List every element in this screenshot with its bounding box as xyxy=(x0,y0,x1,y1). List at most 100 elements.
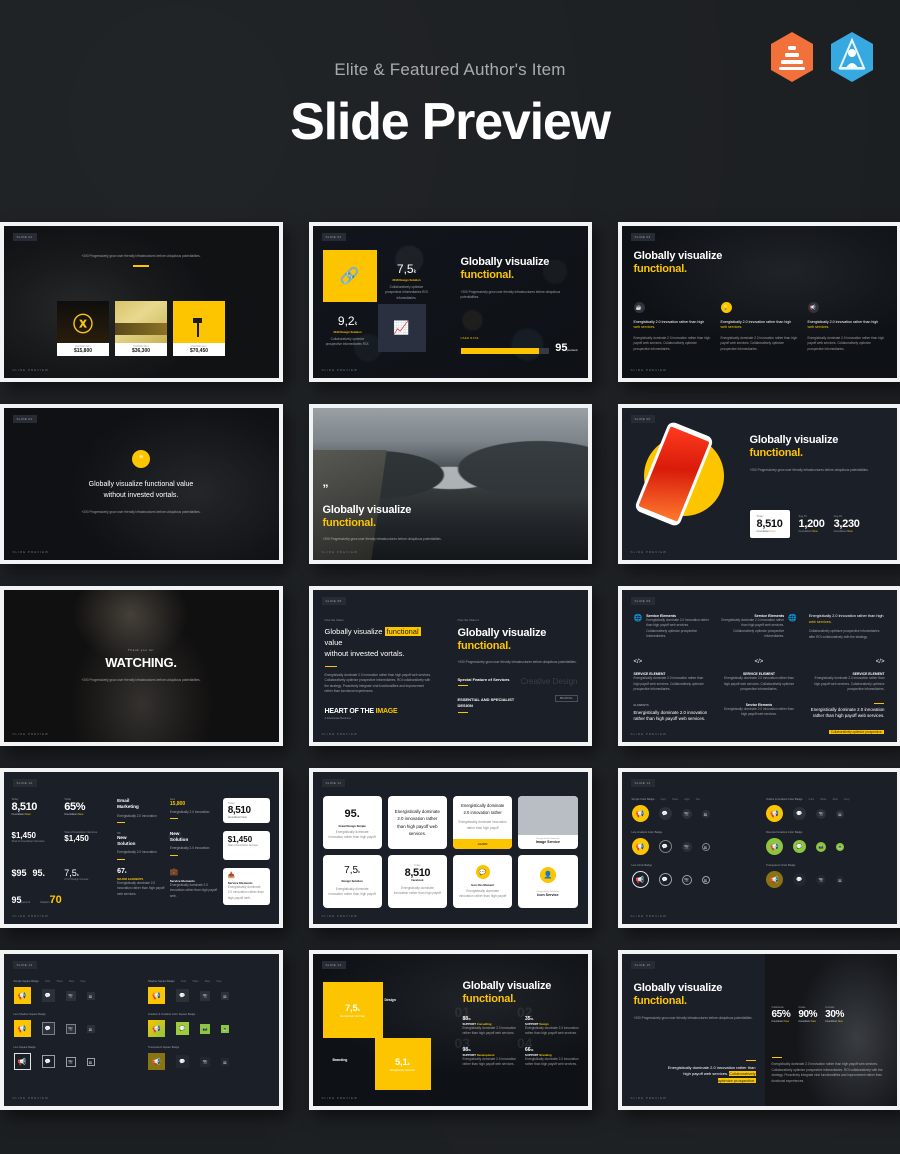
slide-thumbnail-08[interactable]: SLIDE 08 Over the Vision Globally visual… xyxy=(308,586,592,746)
monitor-icon[interactable]: 💻 xyxy=(221,1024,229,1033)
slide-thumbnail-01[interactable]: SLIDE 01 +200 Progressively grow user fr… xyxy=(0,222,283,382)
megaphone-icon[interactable]: 📢 xyxy=(766,805,783,822)
featured-author-badge[interactable] xyxy=(828,30,876,84)
chat-icon[interactable]: 💬 xyxy=(41,1055,55,1068)
camera-icon[interactable]: 📷 xyxy=(681,841,692,852)
icon-card[interactable]: 💬 Icon this Moment Energistically domina… xyxy=(453,855,513,908)
camera-icon[interactable]: 📷 xyxy=(681,808,692,819)
chat-icon[interactable]: 💬 xyxy=(658,873,672,886)
portfolio-card[interactable]: ⓧ Portfolio Item $15,800 xyxy=(57,301,109,356)
megaphone-icon[interactable]: 📢 xyxy=(148,1053,165,1070)
data-cell: 7,5k UI UX Design Courses xyxy=(64,867,89,881)
author-badges xyxy=(768,30,876,84)
chat-icon[interactable]: 💬 xyxy=(41,1022,55,1035)
slide-thumbnail-06[interactable]: SLIDE 06 Globally visualize functional. +… xyxy=(617,404,900,564)
stat-card: Today 8,510 Countdown New xyxy=(749,510,790,538)
monitor-icon[interactable]: 💻 xyxy=(836,875,844,884)
chat-icon[interactable]: 💬 xyxy=(176,1055,189,1068)
slide-heading: Globally visualize functional. +200 Progr… xyxy=(633,982,753,1020)
megaphone-icon[interactable]: 📢 xyxy=(631,805,649,822)
slide-thumbnail-15[interactable]: SLIDE 15 Globally visualize functional. +… xyxy=(617,950,900,1110)
slide-heading: Globally visualize functional. +200 Progr… xyxy=(749,434,869,472)
slide-15-percent-stats: SLIDE 15 Globally visualize functional. +… xyxy=(621,954,897,1106)
camera-icon[interactable]: 📷 xyxy=(681,874,692,885)
slide-pager: SLIDE PREVIEW xyxy=(321,1096,358,1100)
monitor-icon[interactable]: 💻 xyxy=(86,1024,95,1033)
stat-card[interactable]: 95. Great Design Simple Energistically d… xyxy=(322,796,382,849)
chat-icon[interactable]: 💬 xyxy=(793,873,806,886)
monitor-icon[interactable]: 💻 xyxy=(836,842,844,851)
tile-label-branding: Branding xyxy=(332,1058,348,1062)
slide-thumbnail-04[interactable]: SLIDE 04 ” Globally visualize functional… xyxy=(0,404,283,564)
learn-button[interactable]: LEARN xyxy=(453,839,513,849)
slide-thumbnail-13[interactable]: SLIDE 13 Simple Square Badge Color Share… xyxy=(0,950,283,1110)
portfolio-card[interactable]: Portfolio Item $36,300 xyxy=(115,301,167,356)
slide-thumbnail-11[interactable]: SLIDE 11 95. Great Design Simple Energis… xyxy=(308,768,592,928)
data-cell: $1,450 Total of Countdown Services xyxy=(11,831,45,844)
slide-thumbnail-05[interactable]: ” Globally visualize functional. +200 Pro… xyxy=(308,404,592,564)
chat-icon[interactable]: 💬 xyxy=(176,989,189,1002)
elite-author-badge[interactable] xyxy=(768,30,816,84)
slide-thumbnail-10[interactable]: SLIDE 10 Today 8,510 Countdown New Today… xyxy=(0,768,283,928)
text-card[interactable]: Energistically dominate 2.0 innovation r… xyxy=(387,796,447,849)
cta-card[interactable]: Energistically dominate 2.0 innovation r… xyxy=(453,796,513,849)
stat-card[interactable]: Today 8,510 Facebook Energistically domi… xyxy=(387,855,447,908)
slide-thumbnail-07[interactable]: Thank you for WATCHING. +200 Progressive… xyxy=(0,586,283,746)
monitor-icon[interactable]: 💻 xyxy=(86,1057,95,1066)
slide-thumbnail-09[interactable]: SLIDE 09 🌐 Service Elements Energisticall… xyxy=(617,586,900,746)
user-icon: 👤 xyxy=(539,867,556,883)
slide-04-quote-center: SLIDE 04 ” Globally visualize functional… xyxy=(3,408,279,560)
service-item: Service Elements Energistically dominate … xyxy=(721,614,797,639)
chat-icon[interactable]: 💬 xyxy=(658,807,672,820)
monitor-icon[interactable]: 💻 xyxy=(701,809,710,818)
megaphone-icon[interactable]: 📢 xyxy=(766,838,783,855)
slide-thumbnail-12[interactable]: SLIDE 12 Simple Color Badge Copy Paste A… xyxy=(617,768,900,928)
camera-icon[interactable]: 📷 xyxy=(65,1023,76,1034)
service-item: Service Elements Energistically dominate… xyxy=(724,702,794,716)
service-item: </> SERVICE ELEMENT Energistically domin… xyxy=(723,659,795,692)
camera-icon[interactable]: 📷 xyxy=(816,874,826,885)
megaphone-icon[interactable]: 📢 xyxy=(148,1020,165,1037)
icon-card[interactable]: 👤 Energistically Dominate Icon Service xyxy=(518,855,578,908)
slide-pager: SLIDE PREVIEW xyxy=(630,914,667,918)
camera-icon[interactable]: 📷 xyxy=(816,808,826,819)
image-card[interactable]: Energistically Dominate Image Service xyxy=(518,796,578,849)
data-cell-white: 📥 Service Elements Energistically domina… xyxy=(222,867,271,906)
camera-icon[interactable]: 📷 xyxy=(200,1023,210,1034)
monitor-icon[interactable]: 💻 xyxy=(221,1057,229,1066)
camera-icon[interactable]: 📷 xyxy=(65,1056,76,1067)
stat-card[interactable]: 7,5k Design Solution Energistically domi… xyxy=(322,855,382,908)
monitor-icon[interactable]: 💻 xyxy=(86,991,95,1000)
megaphone-icon[interactable]: 📢 xyxy=(13,1053,31,1070)
chat-icon[interactable]: 💬 xyxy=(658,840,672,853)
chat-icon[interactable]: 💬 xyxy=(793,807,806,820)
support-item: 04 66% SUPPORT Branding Energistically d… xyxy=(517,1034,579,1067)
camera-icon[interactable]: 📷 xyxy=(200,1056,210,1067)
slide-thumbnail-03[interactable]: SLIDE 03 Globally visualize functional. ☕… xyxy=(617,222,900,382)
slide-thumbnail-02[interactable]: SLIDE 02 🔗 📈 7,5k 2018 Design Solution C… xyxy=(308,222,592,382)
monitor-icon[interactable]: 💻 xyxy=(701,842,710,851)
chat-icon[interactable]: 💬 xyxy=(793,840,806,853)
portfolio-card[interactable]: Portfolio Item $70,450 xyxy=(173,301,225,356)
megaphone-icon[interactable]: 📢 xyxy=(13,1020,31,1037)
monitor-icon[interactable]: 💻 xyxy=(701,875,710,884)
heart-of-image-title: HEART OF THE IMAGE xyxy=(324,708,398,716)
chat-icon[interactable]: 💬 xyxy=(176,1022,189,1035)
feature-column: ☕ Energistically 2.0 innovation rather t… xyxy=(633,302,711,352)
monitor-icon[interactable]: 💻 xyxy=(221,991,229,1000)
chat-icon[interactable]: 💬 xyxy=(41,989,55,1002)
slide-pager: SLIDE PREVIEW xyxy=(630,732,667,736)
megaphone-icon[interactable]: 📢 xyxy=(631,871,649,888)
megaphone-icon[interactable]: 📢 xyxy=(13,987,31,1004)
monitor-icon[interactable]: 💻 xyxy=(836,809,844,818)
stat-list: Today 8,510 Countdown New Aug 15 1,200 C… xyxy=(749,510,887,538)
megaphone-icon[interactable]: 📢 xyxy=(766,871,783,888)
stat-card: Aug 18 3,230 Countdown New xyxy=(833,515,860,533)
camera-icon[interactable]: 📷 xyxy=(65,990,76,1001)
camera-icon[interactable]: 📷 xyxy=(816,841,826,852)
camera-icon[interactable]: 📷 xyxy=(200,990,210,1001)
tile-dark: 📈 xyxy=(377,304,426,352)
megaphone-icon[interactable]: 📢 xyxy=(148,987,165,1004)
slide-thumbnail-14[interactable]: SLIDE 14 7,5k Energistically dominate De… xyxy=(308,950,592,1110)
megaphone-icon[interactable]: 📢 xyxy=(631,838,649,855)
